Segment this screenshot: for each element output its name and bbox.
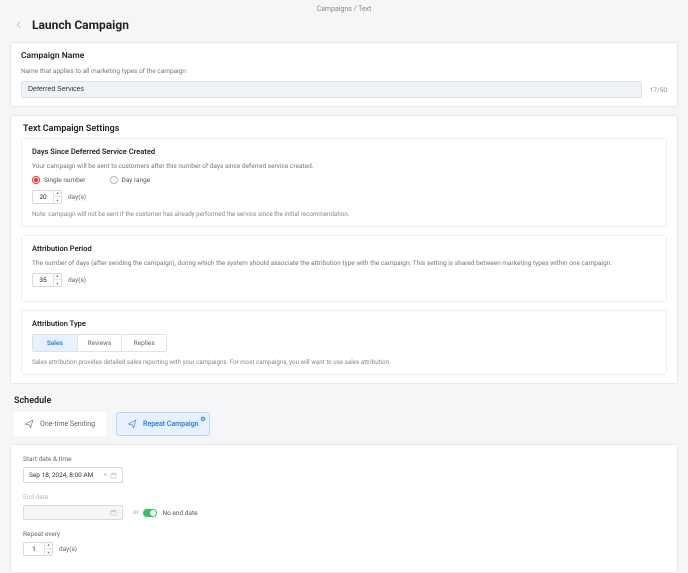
calendar-icon[interactable] <box>110 472 117 479</box>
stepper-down-icon[interactable]: ▼ <box>54 197 61 204</box>
attribution-type-note: Sales attribution provides detailed sale… <box>32 358 656 366</box>
end-date-label: End date <box>23 493 665 501</box>
radio-single-label: Single number <box>44 176 86 184</box>
radio-single-number[interactable]: Single number <box>32 176 86 184</box>
calendar-icon <box>110 509 117 516</box>
schedule-card: Start date & time Sep 18, 2024, 8:00 AM … <box>10 444 678 573</box>
repeat-every-value: 1 <box>24 545 44 553</box>
tab-one-time-sending[interactable]: One-time Sending <box>14 412 106 436</box>
repeat-label: Repeat Campaign <box>143 420 199 428</box>
stepper-up-icon[interactable]: ▲ <box>45 542 52 549</box>
campaign-name-counter: 17/50 <box>650 86 667 94</box>
attribution-type-title: Attribution Type <box>32 319 656 328</box>
tab-reviews[interactable]: Reviews <box>78 335 123 351</box>
tab-replies[interactable]: Replies <box>122 335 166 351</box>
attribution-period-title: Attribution Period <box>32 244 656 253</box>
attribution-period-section: Attribution Period The number of days (a… <box>21 235 667 302</box>
days-since-value: 20 <box>33 193 53 201</box>
clear-icon[interactable]: × <box>103 471 107 479</box>
repeat-every-stepper[interactable]: 1 ▲ ▼ <box>23 542 53 556</box>
end-date-input <box>23 505 123 520</box>
text-settings-card: Text Campaign Settings Days Since Deferr… <box>10 115 678 384</box>
attribution-type-tabs: Sales Reviews Replies <box>32 334 167 352</box>
repeat-every-label: Repeat every <box>23 530 665 538</box>
attribution-type-section: Attribution Type Sales Reviews Replies S… <box>21 310 667 375</box>
or-separator: or <box>133 509 138 516</box>
radio-unchecked-icon <box>110 176 118 184</box>
tab-repeat-campaign[interactable]: Repeat Campaign ⚙ <box>116 412 210 436</box>
stepper-up-icon[interactable]: ▲ <box>54 190 61 197</box>
repeat-every-unit: day(s) <box>59 545 77 553</box>
days-since-title: Days Since Deferred Service Created <box>32 147 656 156</box>
text-settings-title: Text Campaign Settings <box>21 124 667 134</box>
one-time-label: One-time Sending <box>40 420 95 428</box>
campaign-name-input[interactable] <box>21 81 642 98</box>
campaign-name-card: Campaign Name Name that applies to all m… <box>10 42 678 107</box>
radio-day-range[interactable]: Day range <box>110 176 151 184</box>
send-icon <box>127 419 137 429</box>
attribution-period-value: 35 <box>33 276 53 284</box>
stepper-down-icon[interactable]: ▼ <box>54 280 61 287</box>
schedule-title: Schedule <box>0 392 688 412</box>
days-since-section: Days Since Deferred Service Created Your… <box>21 138 667 227</box>
start-date-label: Start date & time <box>23 455 665 463</box>
campaign-name-helper: Name that applies to all marketing types… <box>21 67 667 75</box>
radio-checked-icon <box>32 176 40 184</box>
send-icon <box>24 419 34 429</box>
stepper-up-icon[interactable]: ▲ <box>54 273 61 280</box>
no-end-date-label: No end date <box>162 509 197 517</box>
gear-icon[interactable]: ⚙ <box>200 416 205 423</box>
radio-range-label: Day range <box>122 176 151 184</box>
attribution-period-helper: The number of days (after sending the ca… <box>32 259 656 267</box>
start-date-value: Sep 18, 2024, 8:00 AM <box>29 471 93 479</box>
page-title: Launch Campaign <box>32 18 129 32</box>
no-end-date-toggle[interactable] <box>143 509 157 517</box>
campaign-name-title: Campaign Name <box>21 51 667 61</box>
days-since-helper: Your campaign will be sent to customers … <box>32 162 656 170</box>
start-date-input[interactable]: Sep 18, 2024, 8:00 AM × <box>23 467 123 483</box>
attribution-period-unit: day(s) <box>68 276 86 284</box>
days-since-unit: day(s) <box>68 193 86 201</box>
attribution-period-stepper[interactable]: 35 ▲ ▼ <box>32 273 62 287</box>
tab-sales[interactable]: Sales <box>33 335 78 351</box>
back-arrow-icon[interactable] <box>14 20 24 30</box>
stepper-down-icon[interactable]: ▼ <box>45 549 52 556</box>
breadcrumb[interactable]: Campaigns / Text <box>0 0 688 15</box>
days-since-note: Note: campaign will not be sent if the c… <box>32 210 656 218</box>
days-since-stepper[interactable]: 20 ▲ ▼ <box>32 190 62 204</box>
